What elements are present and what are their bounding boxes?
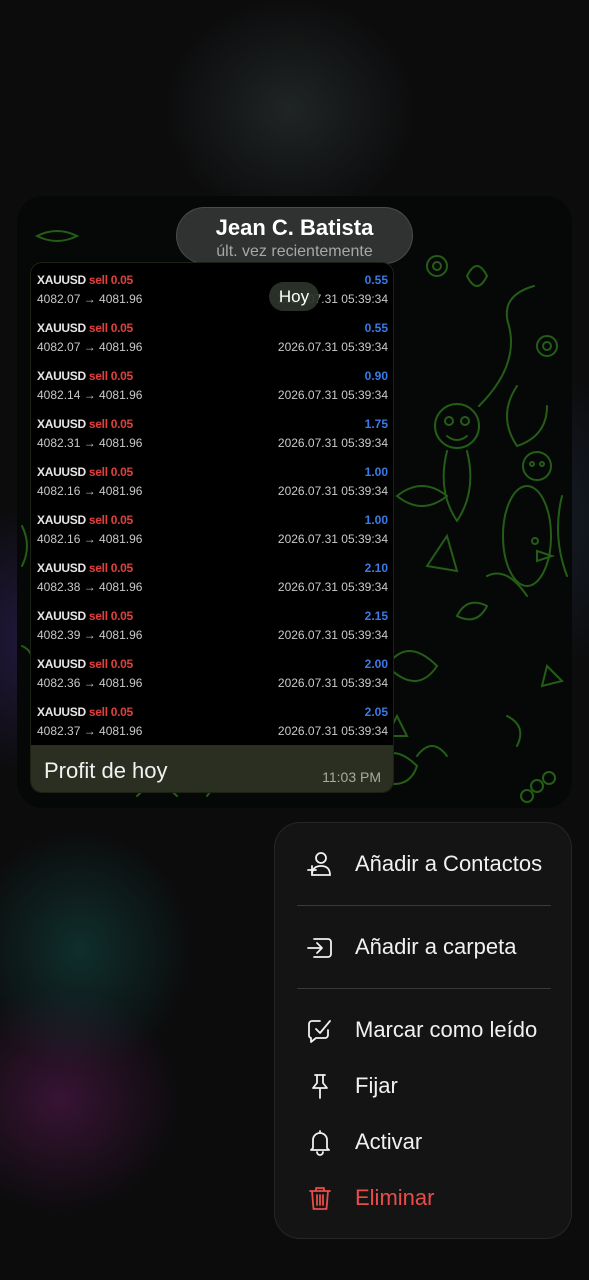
trade-profit: 2.00 bbox=[364, 657, 388, 671]
trade-row: XAUUSD sell 0.05 1.00 4082.16 → 4081.96 202… bbox=[31, 455, 393, 503]
menu-item-label: Eliminar bbox=[355, 1185, 435, 1210]
mark-read-icon bbox=[308, 1020, 331, 1043]
trade-prices: 4082.31 → 4081.96 bbox=[37, 436, 143, 450]
trade-time: 2026.07.31 05:39:34 bbox=[277, 388, 388, 402]
trade-time: 2026.07.31 05:39:34 bbox=[277, 676, 388, 690]
trade-prices: 4082.07 → 4081.96 bbox=[37, 340, 143, 354]
menu-item-label: Añadir a carpeta bbox=[355, 934, 517, 959]
caption-text: Profit de hoy bbox=[44, 758, 168, 783]
trade-symbol: XAUUSD sell 0.05 bbox=[37, 465, 133, 479]
message-bubble[interactable]: XAUUSD sell 0.05 0.55 4082.07 → 4081.96 202… bbox=[30, 262, 394, 793]
trade-profit: 1.75 bbox=[364, 417, 388, 431]
trade-symbol: XAUUSD sell 0.05 bbox=[37, 657, 133, 671]
trade-profit: 0.55 bbox=[364, 321, 388, 335]
trade-side: sell 0.05 bbox=[88, 369, 133, 383]
trade-profit: 2.05 bbox=[364, 705, 388, 719]
trade-prices: 4082.37 → 4081.96 bbox=[37, 724, 143, 738]
trade-prices: 4082.36 → 4081.96 bbox=[37, 676, 143, 690]
trade-row: XAUUSD sell 0.05 0.90 4082.14 → 4081.96 202… bbox=[31, 359, 393, 407]
trade-prices: 4082.16 → 4081.96 bbox=[37, 532, 143, 546]
menu-item-unmute[interactable]: Activar bbox=[275, 1116, 573, 1168]
trade-profit: 1.00 bbox=[364, 465, 388, 479]
message-caption: Profit de hoy 11:03 PM bbox=[31, 745, 393, 792]
trade-symbol: XAUUSD sell 0.05 bbox=[37, 609, 133, 623]
trade-profit: 0.90 bbox=[364, 369, 388, 383]
trade-side: sell 0.05 bbox=[88, 609, 133, 623]
trade-time: 2026.07.31 05:39:34 bbox=[277, 724, 388, 738]
menu-item-add-contact[interactable]: Añadir a Contactos bbox=[275, 838, 573, 890]
trade-symbol: XAUUSD sell 0.05 bbox=[37, 369, 133, 383]
trade-profit: 2.15 bbox=[364, 609, 388, 623]
trade-time: 2026.07.31 05:39:34 bbox=[277, 628, 388, 642]
trade-row: XAUUSD sell 0.05 2.10 4082.38 → 4081.96 202… bbox=[31, 551, 393, 599]
trade-symbol: XAUUSD sell 0.05 bbox=[37, 417, 133, 431]
trade-time: 2026.07.31 05:39:34 bbox=[277, 436, 388, 450]
contact-name: Jean C. Batista bbox=[215, 215, 374, 240]
folder-add-icon bbox=[307, 938, 332, 958]
trade-side: sell 0.05 bbox=[88, 561, 133, 575]
trade-prices: 4082.38 → 4081.96 bbox=[37, 580, 143, 594]
trade-row: XAUUSD sell 0.05 0.55 4082.07 → 4081.96 202… bbox=[31, 311, 393, 359]
pin-icon bbox=[312, 1074, 328, 1099]
menu-item-label: Activar bbox=[355, 1129, 423, 1154]
message-time: 11:03 PM bbox=[322, 769, 381, 785]
trade-symbol: XAUUSD sell 0.05 bbox=[37, 561, 133, 575]
bell-icon bbox=[310, 1130, 330, 1156]
trade-symbol: XAUUSD sell 0.05 bbox=[37, 321, 133, 335]
trade-row: XAUUSD sell 0.05 2.00 4082.36 → 4081.96 202… bbox=[31, 647, 393, 695]
trade-side: sell 0.05 bbox=[88, 513, 133, 527]
contact-status: últ. vez recientemente bbox=[216, 243, 373, 260]
add-contact-icon bbox=[307, 852, 331, 876]
trade-time: 2026.07.31 05:39:34 bbox=[277, 580, 388, 594]
trade-prices: 4082.16 → 4081.96 bbox=[37, 484, 143, 498]
menu-item-delete[interactable]: Eliminar bbox=[275, 1172, 573, 1224]
trade-time: 2026.07.31 05:39:34 bbox=[277, 532, 388, 546]
menu-item-label: Añadir a Contactos bbox=[355, 851, 543, 876]
menu-item-pin[interactable]: Fijar bbox=[275, 1060, 573, 1112]
trade-row: XAUUSD sell 0.05 2.05 4082.37 → 4081.96 202… bbox=[31, 695, 393, 743]
menu-divider bbox=[297, 905, 551, 906]
menu-item-label: Fijar bbox=[355, 1073, 398, 1098]
trade-row: XAUUSD sell 0.05 1.75 4082.31 → 4081.96 202… bbox=[31, 407, 393, 455]
trade-side: sell 0.05 bbox=[88, 657, 133, 671]
trade-side: sell 0.05 bbox=[88, 417, 133, 431]
trade-time: 2026.07.31 05:39:34 bbox=[277, 340, 388, 354]
trade-row: XAUUSD sell 0.05 1.00 4082.16 → 4081.96 202… bbox=[31, 503, 393, 551]
trade-side: sell 0.05 bbox=[88, 705, 133, 719]
trade-symbol: XAUUSD sell 0.05 bbox=[37, 273, 133, 287]
trade-profit: 2.10 bbox=[364, 561, 388, 575]
menu-item-mark-read[interactable]: Marcar como leído bbox=[275, 1004, 573, 1056]
trade-row: XAUUSD sell 0.05 2.15 4082.39 → 4081.96 202… bbox=[31, 599, 393, 647]
trade-symbol: XAUUSD sell 0.05 bbox=[37, 513, 133, 527]
trade-prices: 4082.14 → 4081.96 bbox=[37, 388, 143, 402]
trash-icon bbox=[309, 1187, 331, 1210]
trade-side: sell 0.05 bbox=[88, 321, 133, 335]
trade-side: sell 0.05 bbox=[88, 273, 133, 287]
menu-item-label: Marcar como leído bbox=[355, 1017, 538, 1042]
trade-symbol: XAUUSD sell 0.05 bbox=[37, 705, 133, 719]
date-chip: Hoy bbox=[269, 282, 319, 311]
trade-row: XAUUSD sell 0.05 0.55 4082.07 → 4081.96 202… bbox=[31, 263, 393, 311]
trade-side: sell 0.05 bbox=[88, 465, 133, 479]
trade-prices: 4082.39 → 4081.96 bbox=[37, 628, 143, 642]
trade-time: 2026.07.31 05:39:34 bbox=[277, 484, 388, 498]
trade-prices: 4082.07 → 4081.96 bbox=[37, 292, 143, 306]
menu-item-add-folder[interactable]: Añadir a carpeta bbox=[275, 921, 573, 973]
trade-profit: 0.55 bbox=[364, 273, 388, 287]
chat-header[interactable]: Jean C. Batista últ. vez recientemente bbox=[176, 207, 413, 264]
menu-divider bbox=[297, 988, 551, 989]
context-menu: Añadir a Contactos Añadir a carpeta Marc… bbox=[274, 822, 572, 1239]
trade-profit: 1.00 bbox=[364, 513, 388, 527]
